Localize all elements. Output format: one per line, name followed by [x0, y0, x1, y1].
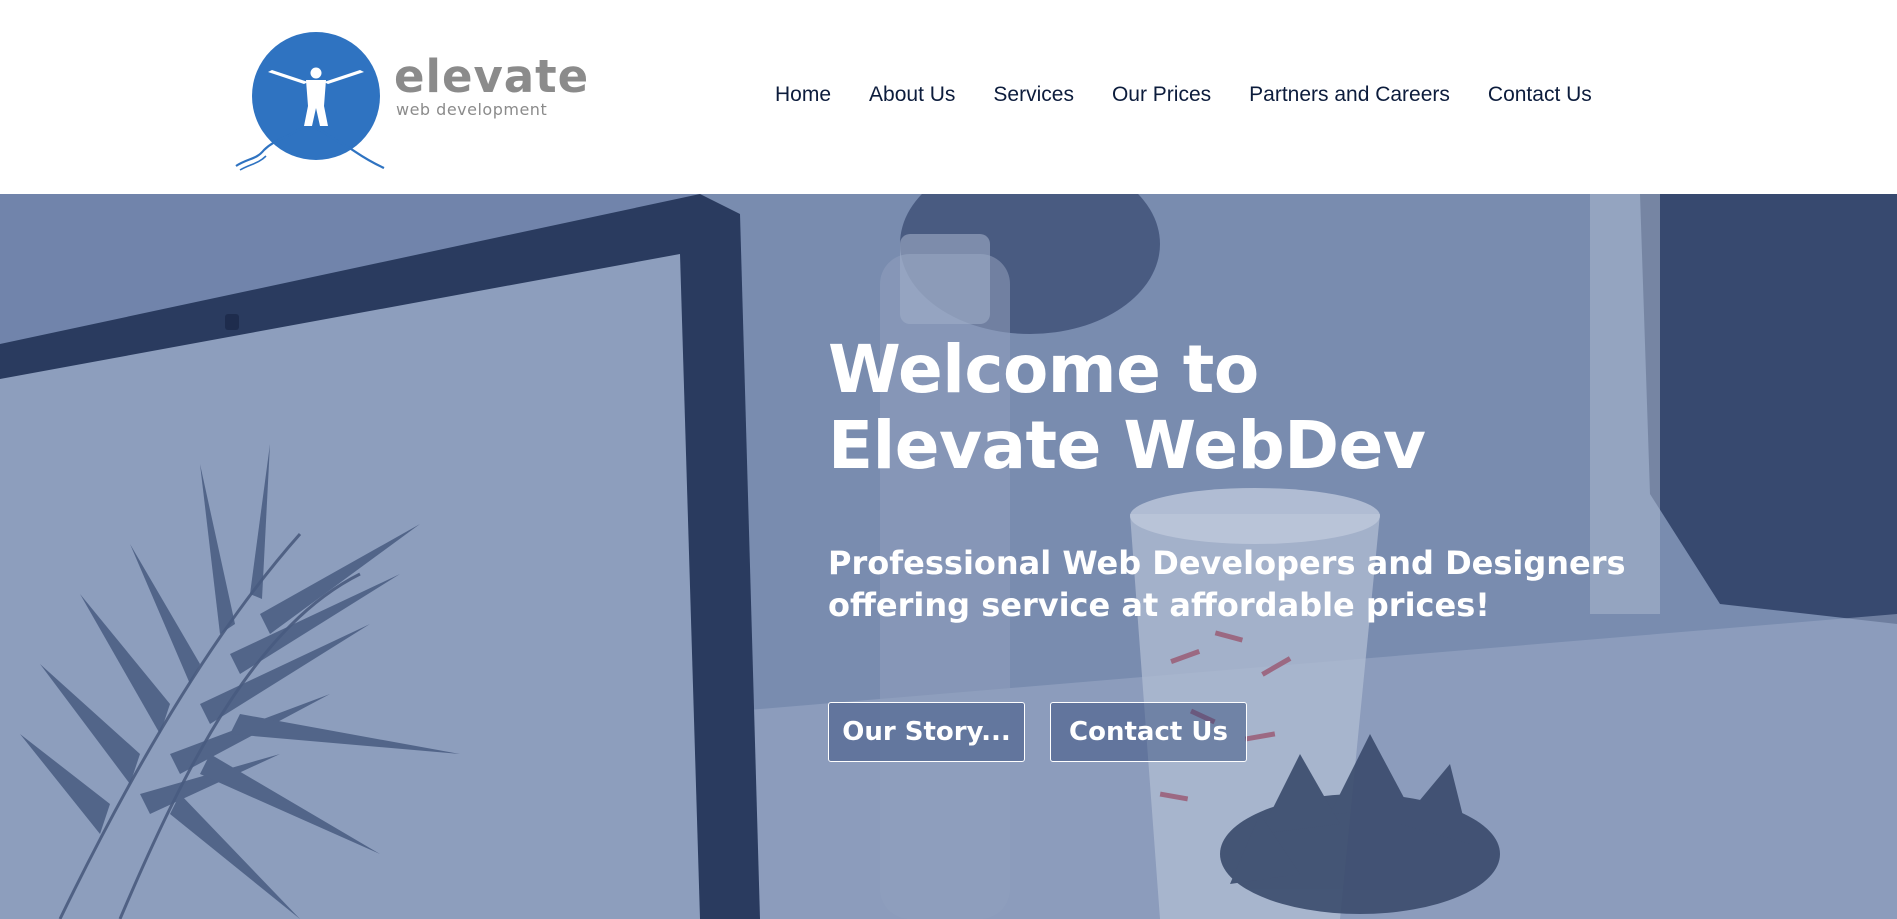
nav-partners-and-careers[interactable]: Partners and Careers — [1249, 82, 1450, 108]
main-nav: Home About Us Services Our Prices Partne… — [775, 82, 1592, 108]
nav-services[interactable]: Services — [993, 82, 1074, 108]
site-header: elevate web development Home About Us Se… — [0, 0, 1897, 194]
hero-subtitle: Professional Web Developers and Designer… — [828, 544, 1626, 624]
our-story-button[interactable]: Our Story... — [828, 702, 1025, 762]
nav-home[interactable]: Home — [775, 82, 831, 108]
brand-logo[interactable]: elevate web development — [234, 26, 588, 172]
hero-title-line1: Welcome to — [828, 331, 1259, 408]
contact-us-button[interactable]: Contact Us — [1050, 702, 1247, 762]
hero-title-line2: Elevate WebDev — [828, 407, 1426, 484]
brand-name: elevate — [394, 50, 590, 103]
nav-about-us[interactable]: About Us — [869, 82, 955, 108]
nav-contact-us[interactable]: Contact Us — [1488, 82, 1592, 108]
logo-mark-icon — [235, 32, 385, 171]
brand-tagline: web development — [396, 100, 548, 119]
nav-our-prices[interactable]: Our Prices — [1112, 82, 1211, 108]
hero-section: Welcome to Elevate WebDev Professional W… — [0, 194, 1897, 919]
hero-title: Welcome to Elevate WebDev — [828, 331, 1426, 484]
